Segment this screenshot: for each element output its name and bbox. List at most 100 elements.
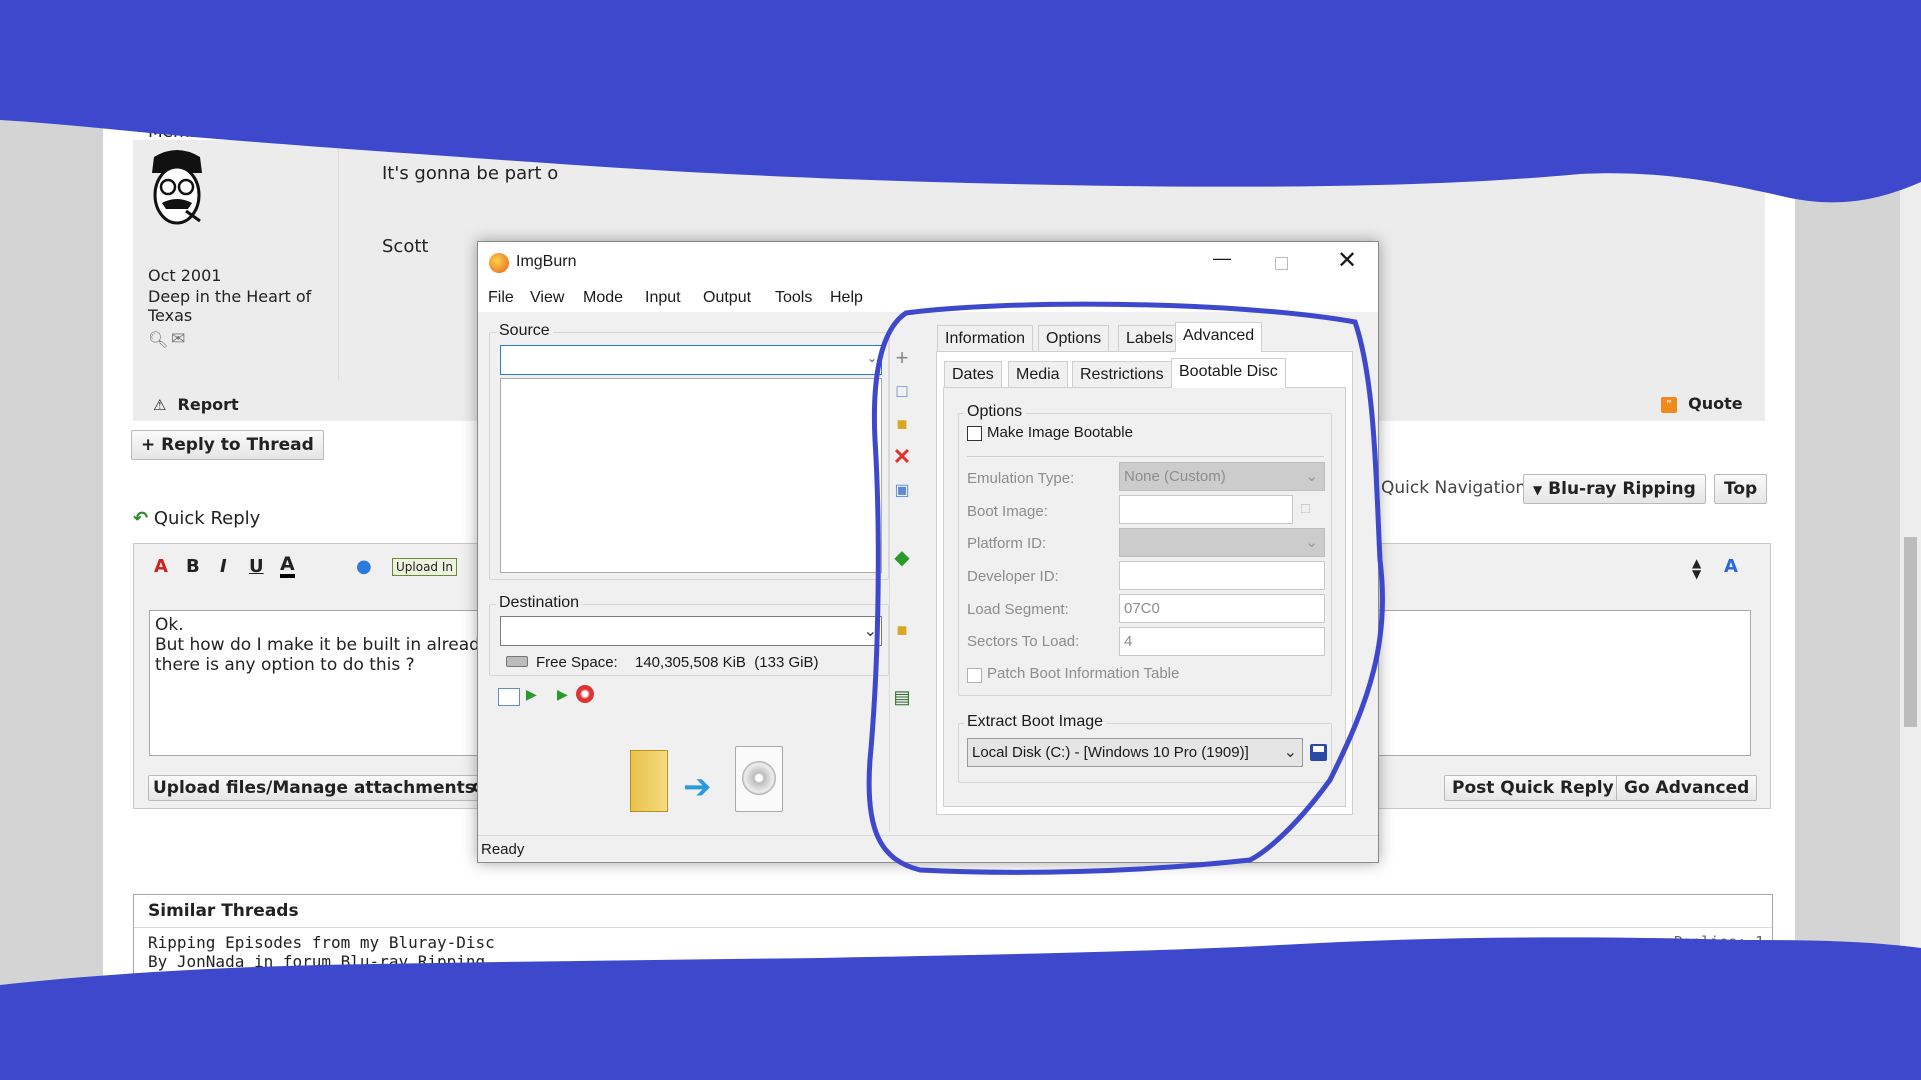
font-color-icon[interactable]: A — [154, 556, 168, 577]
tab-labels[interactable]: Labels — [1118, 325, 1182, 352]
reply-to-thread-button[interactable]: + Reply to Thread — [131, 430, 324, 460]
similar-threads-title: Similar Threads — [134, 895, 1772, 928]
menu-help[interactable]: Help — [830, 289, 863, 307]
platform-id-select[interactable]: ⌄ — [1119, 528, 1325, 557]
destination-browse-icon[interactable]: ■ — [890, 618, 914, 642]
free-space-label: Free Space: — [536, 654, 618, 671]
make-bootable-checkbox[interactable] — [967, 426, 982, 441]
post-quick-reply-button[interactable]: Post Quick Reply — [1444, 775, 1622, 801]
quote-icon: ” — [1661, 397, 1677, 413]
developer-id-label: Developer ID: — [967, 568, 1059, 585]
italic-icon[interactable]: I — [220, 556, 227, 577]
scrollbar-thumb[interactable] — [1904, 537, 1917, 727]
close-icon[interactable]: ✕ — [1337, 246, 1357, 275]
refresh-icon[interactable]: ◆ — [890, 545, 914, 569]
save-icon[interactable] — [1310, 744, 1327, 761]
disc-icon[interactable] — [576, 685, 594, 703]
extract-boot-label: Extract Boot Image — [964, 713, 1107, 731]
menu-input[interactable]: Input — [645, 289, 681, 307]
page-scrollbar[interactable] — [1900, 100, 1921, 990]
link-icon[interactable]: ● — [356, 556, 372, 577]
go-advanced-button[interactable]: Go Advanced — [1616, 775, 1758, 801]
toggle-editor-icon[interactable]: A — [1724, 556, 1738, 577]
plus-icon: + — [141, 435, 156, 455]
reply-arrow-icon: ↶ — [133, 508, 149, 529]
extract-drive-select[interactable]: Local Disk (C:) - [Windows 10 Pro (1909)… — [967, 738, 1303, 767]
menu-tools[interactable]: Tools — [775, 289, 812, 307]
maximize-icon[interactable] — [1275, 257, 1288, 270]
play-queue-icon[interactable]: ▶ — [557, 686, 568, 703]
similar-thread-replies: Replies: 1 — [1674, 933, 1765, 951]
post-text-start: It's gonna be part o — [382, 163, 559, 184]
arrow-right-icon: ➔ — [683, 768, 712, 806]
disc-image — [742, 761, 776, 795]
post-author-panel: Member Oct 2001 Deep in the Heart of Tex… — [133, 122, 339, 380]
calculate-icon[interactable]: ▣ — [890, 478, 914, 502]
developer-id-input[interactable] — [1119, 561, 1325, 590]
sectors-to-load-input[interactable]: 4 — [1119, 627, 1325, 656]
menu-output[interactable]: Output — [703, 289, 751, 307]
report-link[interactable]: ⚠ Report — [153, 395, 239, 414]
bold-icon[interactable]: B — [186, 556, 200, 577]
boot-image-label: Boot Image: — [967, 503, 1048, 520]
boot-image-input[interactable] — [1119, 495, 1293, 524]
divider — [967, 456, 1324, 457]
chevron-down-icon: ⌄ — [866, 351, 877, 365]
destination-combo[interactable]: ⌄ — [500, 616, 882, 646]
tab-bootable-disc[interactable]: Bootable Disc — [1171, 358, 1286, 388]
upload-files-button[interactable]: Upload files/Manage attachments — [148, 775, 480, 801]
tab-information[interactable]: Information — [937, 325, 1034, 352]
resize-icon[interactable]: ▲ ▼ — [1692, 557, 1701, 580]
delete-icon[interactable]: ✕ — [890, 444, 914, 469]
log-icon[interactable]: ▤ — [890, 685, 914, 709]
quick-reply-heading: ↶ Quick Reply — [133, 508, 261, 529]
chevron-down-icon: ⌄ — [863, 623, 877, 640]
menu-file[interactable]: File — [488, 289, 514, 307]
browse-icon[interactable]: □ — [1301, 500, 1310, 517]
build-icon[interactable] — [735, 746, 783, 812]
browse-icon[interactable]: □ — [890, 379, 914, 403]
menu-view[interactable]: View — [530, 289, 564, 307]
patch-boot-checkbox[interactable] — [967, 668, 982, 683]
underline-icon[interactable]: U — [249, 556, 264, 577]
status-bar — [478, 835, 1378, 862]
source-list[interactable] — [500, 378, 882, 573]
mail-icon[interactable]: ✉ — [171, 329, 185, 349]
view-queue-icon[interactable] — [498, 688, 520, 706]
destination-label: Destination — [496, 594, 583, 612]
source-combo[interactable]: ⌄ — [500, 345, 882, 375]
play-icon[interactable]: ▶ — [526, 686, 537, 703]
top-button[interactable]: Top — [1714, 474, 1768, 504]
tab-advanced[interactable]: Advanced — [1175, 322, 1263, 352]
search-icon[interactable]: 🔍︎ — [148, 330, 168, 349]
member-rank: Member — [148, 122, 218, 142]
menu-mode[interactable]: Mode — [583, 289, 623, 307]
make-bootable-label: Make Image Bootable — [987, 424, 1133, 441]
forum-jump-select[interactable]: ▼ Blu-ray Ripping — [1523, 474, 1706, 504]
tab-options[interactable]: Options — [1038, 325, 1110, 352]
drive-icon — [506, 656, 528, 667]
image-icon[interactable]: Upload In — [392, 558, 458, 576]
tab-restrictions[interactable]: Restrictions — [1072, 361, 1172, 388]
sectors-to-load-label: Sectors To Load: — [967, 633, 1080, 650]
minimize-icon[interactable]: — — [1213, 248, 1231, 269]
folder-browse-icon[interactable]: ■ — [890, 412, 914, 436]
menu-bar: File View Mode Input Output Tools Help — [478, 283, 1378, 312]
window-title: ImgBurn — [516, 253, 577, 270]
load-segment-input[interactable]: 07C0 — [1119, 594, 1325, 623]
avatar[interactable] — [148, 145, 206, 236]
tab-dates[interactable]: Dates — [944, 361, 1002, 388]
emulation-type-select[interactable]: None (Custom) ⌄ — [1119, 462, 1325, 491]
patch-boot-label: Patch Boot Information Table — [987, 665, 1180, 682]
quick-navigation-label: Quick Navigation — [1381, 478, 1527, 498]
chevron-down-icon: ⌄ — [1305, 468, 1318, 485]
similar-thread-title[interactable]: Ripping Episodes from my Bluray-Disc — [148, 933, 495, 952]
title-bar[interactable]: ImgBurn — ✕ — [478, 242, 1378, 283]
chevron-down-icon: ▼ — [1533, 483, 1543, 497]
tab-media[interactable]: Media — [1008, 361, 1068, 388]
quote-link[interactable]: ” Quote — [1661, 394, 1743, 413]
add-file-icon[interactable]: + — [890, 345, 914, 370]
free-space-value: 140,305,508 KiB (133 GiB) — [635, 654, 819, 671]
text-color-icon[interactable]: A — [280, 554, 295, 578]
folder-icon — [630, 750, 668, 812]
